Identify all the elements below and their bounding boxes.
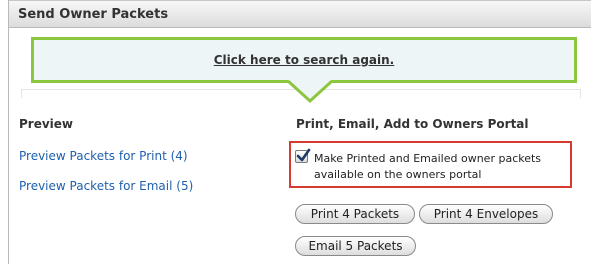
print-envelopes-button[interactable]: Print 4 Envelopes bbox=[419, 204, 553, 224]
portal-checkbox[interactable] bbox=[295, 148, 311, 163]
panel-header: Send Owner Packets bbox=[9, 0, 591, 28]
checkmark-icon bbox=[296, 148, 311, 162]
panel-title: Send Owner Packets bbox=[18, 7, 169, 22]
callout-pointer bbox=[286, 80, 334, 104]
actions-heading: Print, Email, Add to Owners Portal bbox=[296, 117, 529, 131]
preview-email-link[interactable]: Preview Packets for Email (5) bbox=[19, 179, 193, 193]
print-packets-button[interactable]: Print 4 Packets bbox=[295, 204, 415, 224]
preview-heading: Preview bbox=[19, 117, 74, 131]
search-again-callout: Click here to search again. bbox=[31, 37, 577, 83]
email-packets-button[interactable]: Email 5 Packets bbox=[295, 236, 416, 256]
preview-print-link[interactable]: Preview Packets for Print (4) bbox=[19, 149, 188, 163]
portal-checkbox-label: Make Printed and Emailed owner packets a… bbox=[314, 152, 542, 181]
send-owner-packets-panel: Send Owner Packets Click here to search … bbox=[8, 0, 591, 264]
search-again-link[interactable]: Click here to search again. bbox=[34, 53, 574, 67]
